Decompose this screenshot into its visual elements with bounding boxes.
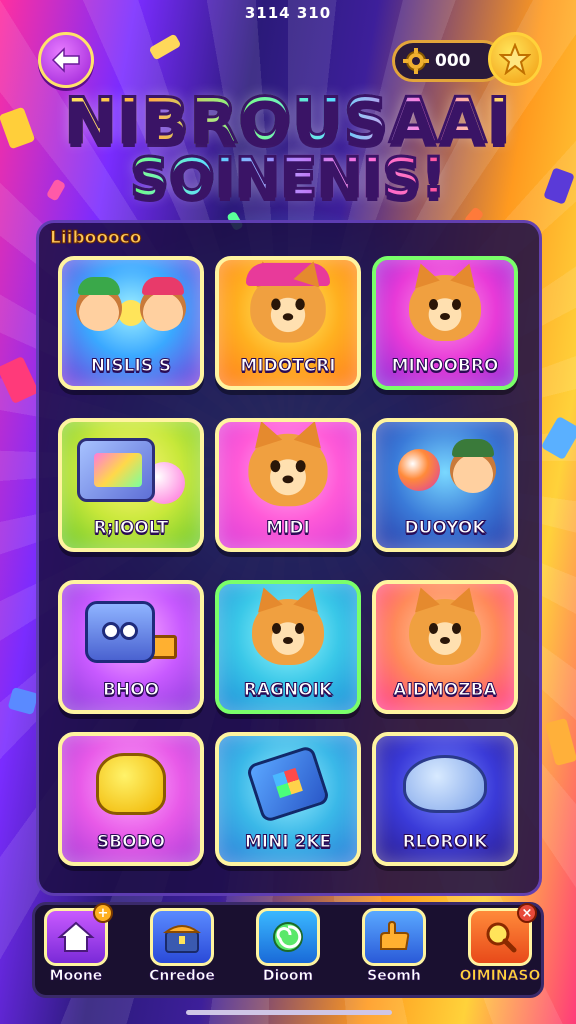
back-button[interactable]	[38, 32, 94, 88]
nav-item-chest[interactable]: Cnredoe	[136, 908, 228, 994]
confetti-piece	[7, 687, 39, 715]
nav-label: Seomh	[367, 968, 421, 985]
title-line-2: SOINENIS!	[0, 145, 576, 211]
nav-icon-frame	[150, 908, 214, 966]
game-label: R;IOOLT	[93, 518, 169, 539]
home-icon	[57, 921, 95, 952]
nav-label: Cnredoe	[149, 968, 215, 985]
game-label: BHOO	[102, 680, 160, 701]
coin-amount: 000	[435, 51, 471, 71]
arrow-left-icon	[51, 47, 80, 73]
star-icon	[499, 43, 531, 75]
game-tile[interactable]: SBODO	[58, 732, 204, 866]
nav-icon-frame	[362, 908, 426, 966]
chest-icon	[162, 925, 202, 953]
nav-label: OIMINASO	[459, 968, 541, 985]
panel-label: Liiboooco	[49, 228, 142, 249]
game-label: MINI 2KE	[244, 832, 332, 853]
game-tile[interactable]: RAGNOIK	[215, 580, 361, 714]
home-indicator[interactable]	[186, 1010, 392, 1015]
nav-icon-frame: ×	[468, 903, 537, 966]
status-bar-time: 3114 310	[244, 4, 332, 22]
star-button[interactable]	[488, 32, 542, 86]
game-tile[interactable]: MINOOBRO	[372, 256, 518, 390]
game-tile[interactable]: MIDOTCRI	[215, 256, 361, 390]
search-icon	[486, 922, 517, 953]
game-art	[219, 736, 357, 832]
game-art	[219, 260, 357, 356]
game-tile[interactable]: MINI 2KE	[215, 732, 361, 866]
game-art	[376, 422, 514, 518]
confetti-piece	[148, 33, 182, 61]
game-label: RLOROIK	[402, 832, 488, 853]
game-label: RAGNOIK	[243, 680, 333, 701]
game-art	[376, 260, 514, 356]
game-tile[interactable]: NISLIS S	[58, 256, 204, 390]
game-tile[interactable]: MIDI	[215, 418, 361, 552]
nav-label: Moone	[49, 968, 103, 985]
game-art	[376, 736, 514, 832]
nav-item-hand[interactable]: Seomh	[348, 908, 440, 994]
game-tile[interactable]: BHOO	[58, 580, 204, 714]
game-label: AIDMOZBA	[393, 680, 497, 701]
nav-icon-frame	[256, 908, 320, 966]
game-label: NISLIS S	[90, 356, 172, 377]
game-label: DUOYOK	[404, 518, 486, 539]
game-tile[interactable]: RLOROIK	[372, 732, 518, 866]
game-art	[219, 422, 357, 518]
title-text-2: SOINENIS!	[129, 145, 448, 211]
game-label: SBODO	[96, 832, 166, 853]
game-tile[interactable]: R;IOOLT	[58, 418, 204, 552]
hand-icon	[380, 920, 410, 950]
confetti-piece	[540, 415, 576, 461]
game-label: MIDI	[266, 518, 311, 539]
game-tile[interactable]: AIDMOZBA	[372, 580, 518, 714]
nav-label: Dioom	[262, 968, 314, 985]
game-tile[interactable]: DUOYOK	[372, 418, 518, 552]
notification-badge-icon: +	[93, 903, 113, 923]
nav-item-search[interactable]: × OIMINASO	[454, 903, 546, 994]
nav-item-swirl[interactable]: Dioom	[242, 908, 334, 994]
nav-item-home[interactable]: + Moone	[30, 903, 122, 994]
close-icon[interactable]: ×	[517, 903, 537, 923]
game-art	[376, 584, 514, 680]
game-art	[62, 736, 200, 832]
game-art	[62, 422, 200, 518]
game-label: MINOOBRO	[391, 356, 499, 377]
game-art	[219, 584, 357, 680]
confetti-piece	[0, 355, 40, 405]
gear-icon	[403, 48, 429, 74]
confetti-piece	[544, 717, 576, 767]
game-art	[62, 584, 200, 680]
nav-icon-frame: +	[44, 903, 113, 966]
game-art	[62, 260, 200, 356]
game-label: MIDOTCRI	[240, 356, 336, 377]
swirl-icon	[273, 922, 303, 952]
